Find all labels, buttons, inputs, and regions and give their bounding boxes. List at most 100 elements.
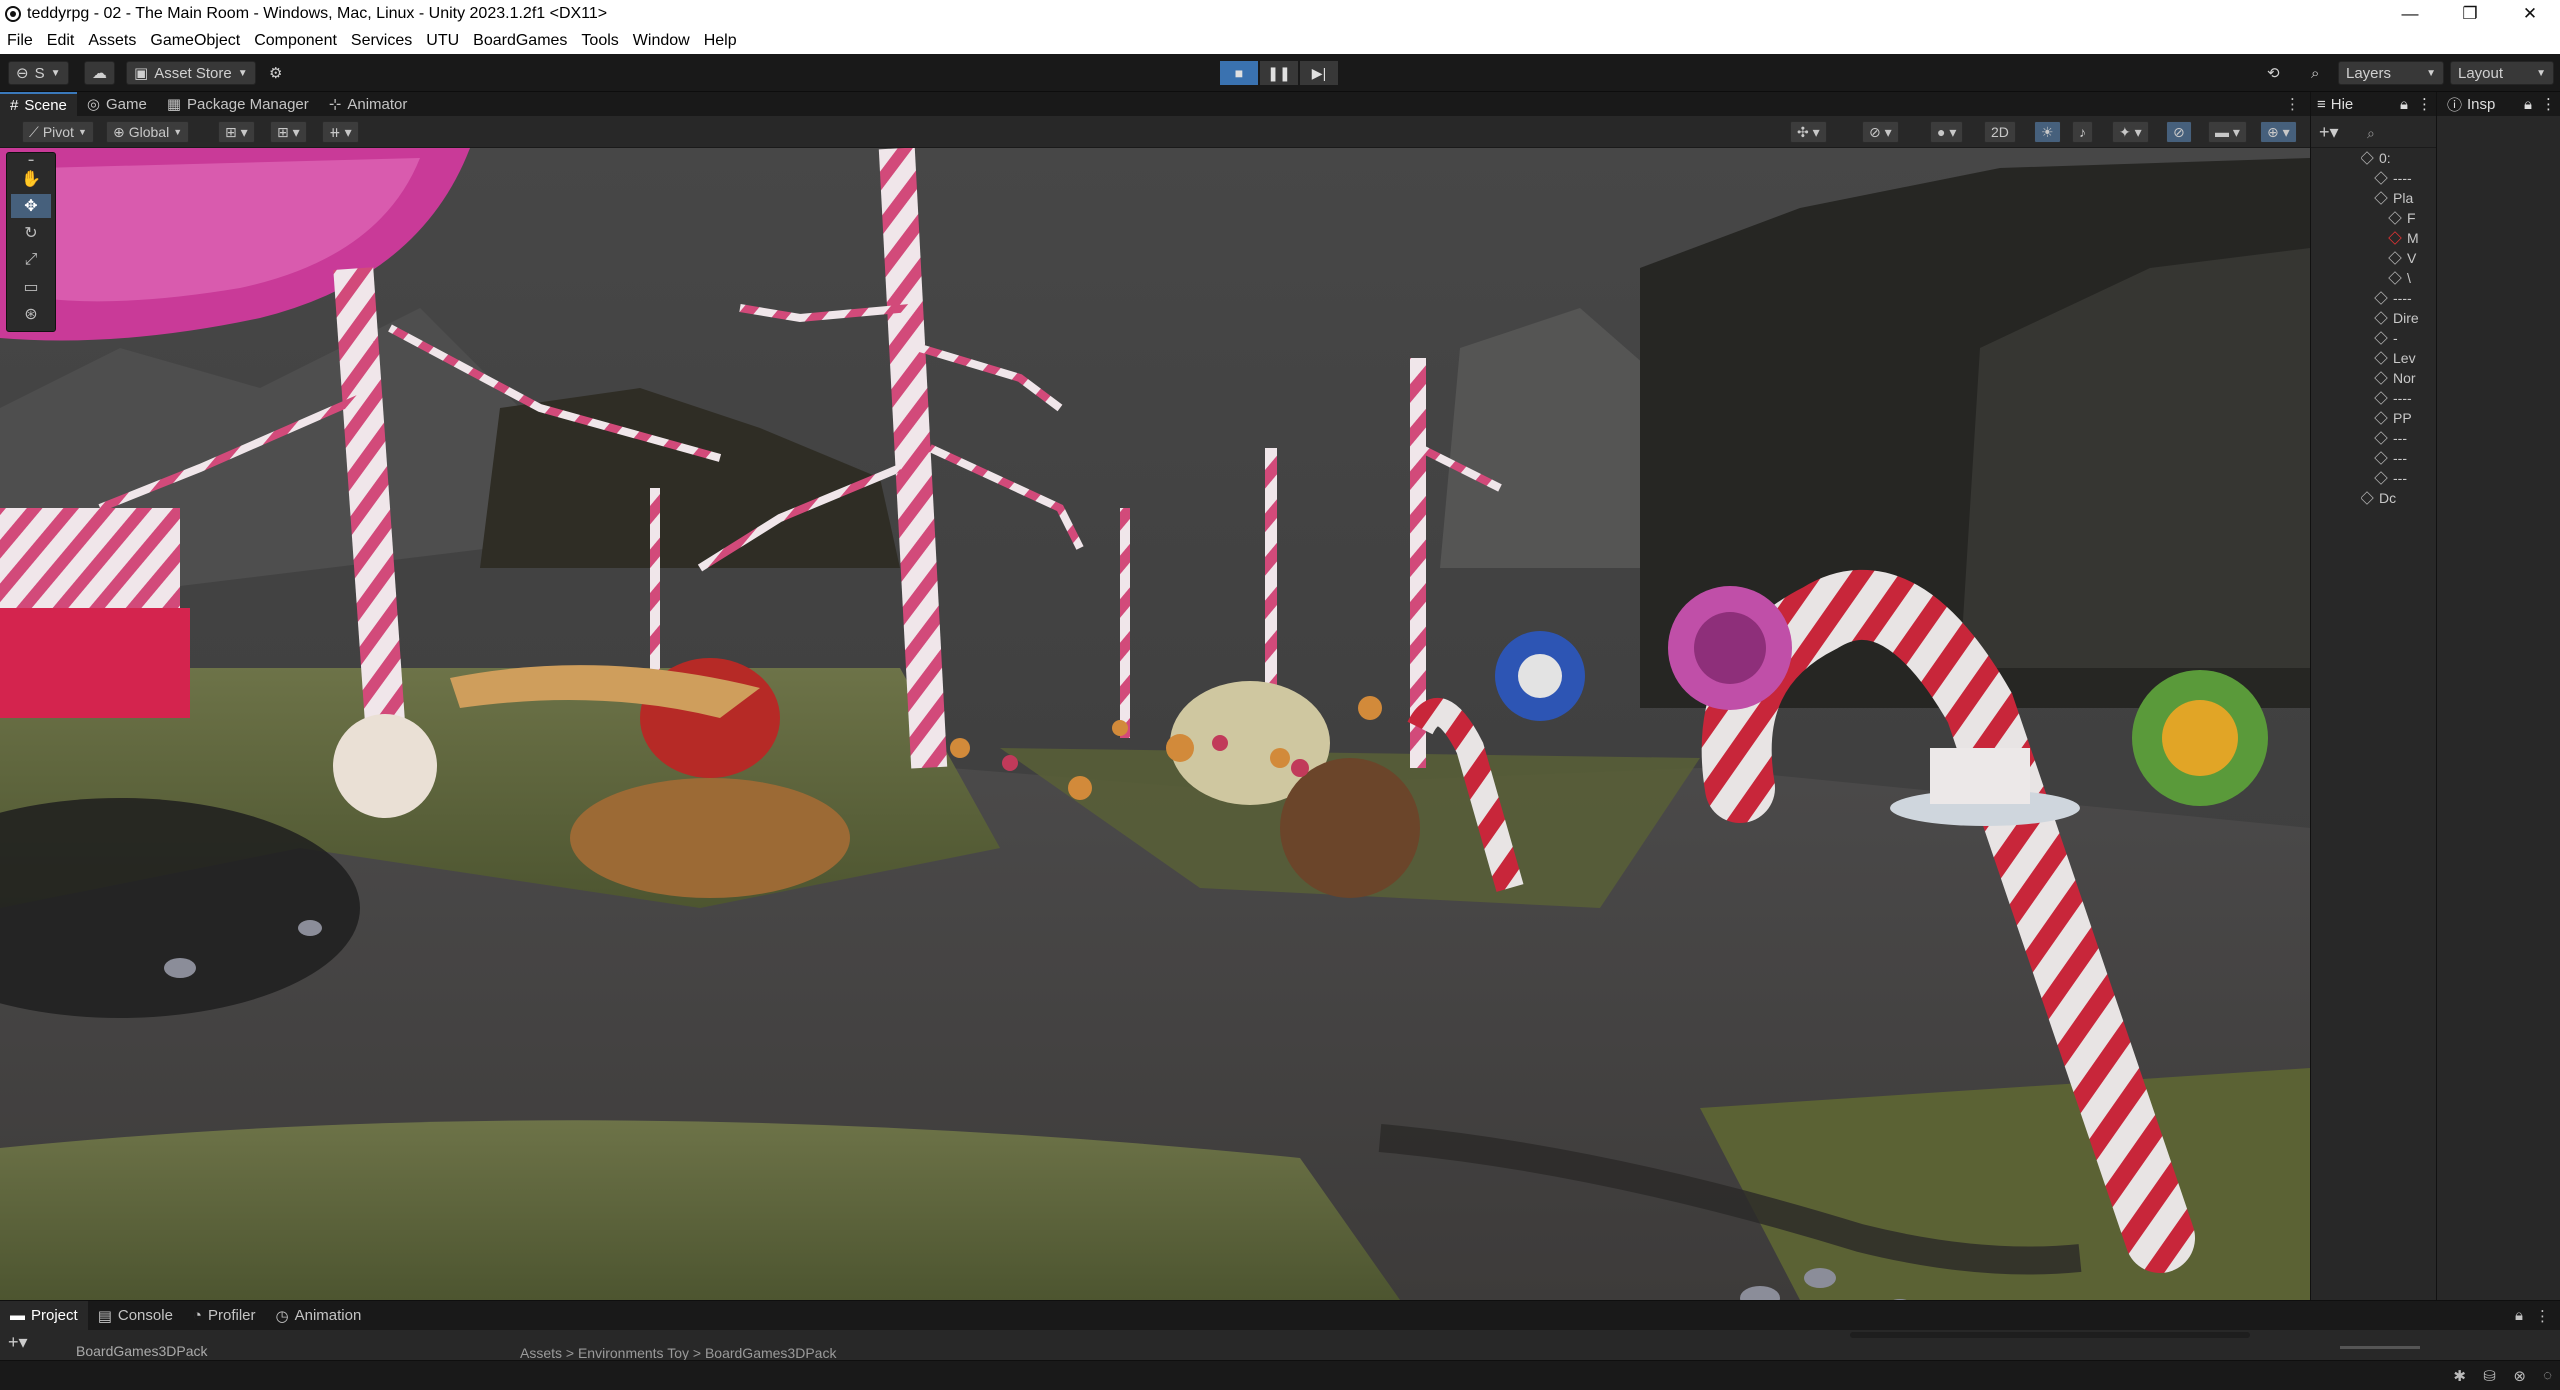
account-button[interactable]: ⊖ S ▼ [8,61,69,85]
list-item[interactable]: 0: [2361,148,2436,168]
list-item[interactable]: Nor [2361,368,2436,388]
search-input[interactable] [1850,1332,2250,1338]
tab-game[interactable]: ◎ Game [77,92,157,116]
search-icon[interactable]: ⌕ [2367,125,2375,141]
zoom-slider[interactable] [2340,1346,2420,1349]
inspector-tab[interactable]: ⓘ Insp 🔒︎ ⋮ [2437,92,2560,116]
window-title: teddyrpg - 02 - The Main Room - Windows,… [27,5,608,22]
menu-boardgames[interactable]: BoardGames [466,32,574,50]
scale-tool-button[interactable]: ⤢ [11,248,51,272]
progress-icon[interactable]: ◌ [2543,1367,2552,1384]
lighting-toggle-button[interactable]: ☀ [2034,121,2061,143]
pivot-dropdown[interactable]: ⟋ Pivot ▼ [22,121,94,143]
inspector-panel: ⓘ Insp 🔒︎ ⋮ [2436,92,2560,1300]
tab-project[interactable]: ▬ Project [0,1300,88,1331]
play-button[interactable]: ■ [1220,61,1258,85]
minimize-button[interactable]: — [2380,0,2440,28]
list-item[interactable]: Lev [2361,348,2436,368]
add-icon[interactable]: +▾ [8,1332,28,1353]
list-item[interactable]: ---- [2361,168,2436,188]
settings-button[interactable]: ⚙ [262,61,289,85]
kebab-icon[interactable]: ⋮ [2535,1307,2550,1325]
grid-snap-button[interactable]: ⊞ ▾ [270,121,307,143]
menu-component[interactable]: Component [247,32,344,50]
scene-viewport[interactable] [0,148,2310,1300]
status-bar: ✱ ⛁ ⊗ ◌ [0,1360,2560,1390]
list-item[interactable]: --- [2361,448,2436,468]
pause-button[interactable]: ❚❚ [1260,61,1298,85]
close-button[interactable]: ✕ [2500,0,2560,28]
bug-icon[interactable]: ✱ [2453,1367,2466,1385]
folder-icon: ▬ [10,1307,25,1324]
rect-tool-button[interactable]: ▭ [11,275,51,299]
list-item[interactable]: Pla [2361,188,2436,208]
layers-dropdown[interactable]: Layers ▼ [2338,61,2444,85]
grid-visibility-button[interactable]: ⊞ ▾ [218,121,255,143]
speaker-icon: ♪ [2079,124,2086,140]
camera-settings-button[interactable]: ▬ ▾ [2208,121,2247,143]
effects-button[interactable]: ✦ ▾ [2112,121,2149,143]
cache-icon[interactable]: ⛁ [2483,1367,2496,1385]
rotate-tool-button[interactable]: ↻ [11,221,51,245]
network-icon[interactable]: ⊗ [2513,1367,2526,1385]
cloud-button[interactable]: ☁ [84,61,115,85]
menu-assets[interactable]: Assets [81,32,143,50]
add-icon[interactable]: +▾ [2319,122,2339,142]
asset-store-button[interactable]: ▣ Asset Store ▼ [126,61,256,85]
menu-window[interactable]: Window [626,32,697,50]
list-item[interactable]: --- [2361,468,2436,488]
menu-tools[interactable]: Tools [574,32,625,50]
menu-gameobject[interactable]: GameObject [143,32,247,50]
list-item[interactable]: \ [2361,268,2436,288]
list-item[interactable]: ---- [2361,388,2436,408]
tab-animation[interactable]: ◷ Animation [266,1301,372,1331]
more-options-button[interactable]: ⋮ [2275,92,2310,116]
kebab-icon[interactable]: ⋮ [2541,95,2556,113]
transform-tool-button[interactable]: ⊛ [11,302,51,326]
view-tool-button[interactable]: ✋ [11,167,51,191]
tab-package-manager[interactable]: ▦ Package Manager [157,92,319,116]
project-folder[interactable]: BoardGames3DPack [76,1343,208,1359]
tab-animator[interactable]: ⊹ Animator [319,92,418,116]
hierarchy-tab[interactable]: ≡ Hie 🔒︎ ⋮ [2311,92,2436,116]
list-item[interactable]: - [2361,328,2436,348]
hidden-objects-button[interactable]: ⊘ [2166,121,2192,143]
kebab-icon[interactable]: ⋮ [2417,95,2432,113]
toggle-2d-button[interactable]: 2D [1984,121,2016,143]
list-item[interactable]: PP [2361,408,2436,428]
list-item[interactable]: --- [2361,428,2436,448]
history-button[interactable]: ⟲ [2260,61,2287,85]
draw-mode-button[interactable]: ⊘ ▾ [1862,121,1899,143]
search-button[interactable]: ⌕ [2304,61,2326,85]
list-item[interactable]: Dire [2361,308,2436,328]
menu-services[interactable]: Services [344,32,419,50]
menu-utu[interactable]: UTU [419,32,466,50]
animator-icon: ⊹ [328,96,342,113]
list-item[interactable]: V [2361,248,2436,268]
menu-file[interactable]: File [0,32,40,50]
palette-handle[interactable]: ━ [11,156,51,165]
gizmos-button[interactable]: ⊕ ▾ [2260,121,2297,143]
step-button[interactable]: ▶| [1300,61,1338,85]
tool-settings-button[interactable]: ✣ ▾ [1790,121,1827,143]
gizmos-icon: ⊕ ▾ [2267,123,2290,140]
maximize-button[interactable]: ❐ [2440,0,2500,28]
global-dropdown[interactable]: ⊕ Global ▼ [106,121,190,143]
increment-snap-button[interactable]: ⧺ ▾ [322,121,359,143]
lock-icon[interactable]: 🔒︎ [2400,96,2408,113]
lock-icon[interactable]: 🔒︎ [2524,96,2532,113]
list-item[interactable]: F [2361,208,2436,228]
move-tool-button[interactable]: ✥ [11,194,51,218]
menu-help[interactable]: Help [697,32,744,50]
list-item[interactable]: ---- [2361,288,2436,308]
list-item[interactable]: Dc [2361,488,2436,508]
layout-dropdown[interactable]: Layout ▼ [2450,61,2554,85]
list-item[interactable]: M [2361,228,2436,248]
audio-toggle-button[interactable]: ♪ [2072,121,2093,143]
tab-console[interactable]: ▤ Console [88,1301,183,1331]
menu-edit[interactable]: Edit [40,32,82,50]
shading-mode-button[interactable]: ● ▾ [1930,121,1964,143]
tab-scene[interactable]: # Scene [0,92,77,116]
lock-icon[interactable]: 🔒︎ [2515,1307,2523,1324]
tab-profiler[interactable]: ◔ Profiler [183,1301,266,1331]
